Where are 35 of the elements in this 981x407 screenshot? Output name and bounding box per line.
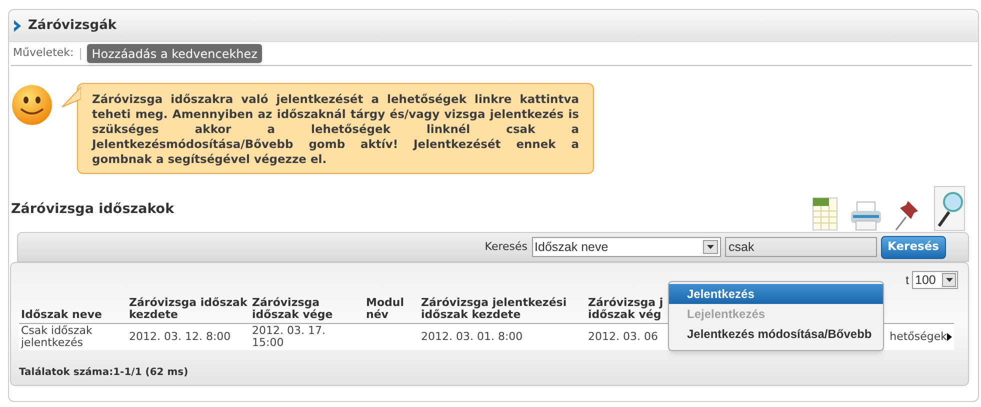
favorites-button[interactable]: Hozzáadás a kedvencekhez <box>86 44 262 63</box>
menu-item[interactable]: Jelentkezés módosítása/Bővebb <box>669 324 883 344</box>
page-title: Záróvizsgák <box>28 16 116 35</box>
table-cell: 2012. 03. 12. 8:00 <box>129 330 231 343</box>
section-title: Záróvizsga időszakok <box>11 200 174 219</box>
actions-label: Műveletek: <box>13 45 74 62</box>
chevron-icon <box>13 20 22 32</box>
column-header[interactable]: Záróvizsga jelentkezési időszak kezdete <box>421 297 584 321</box>
printer-icon[interactable] <box>850 201 882 231</box>
column-header[interactable]: Záróvizsga j időszak vég <box>588 297 672 321</box>
spreadsheet-icon[interactable] <box>812 197 838 231</box>
search-input[interactable]: csak <box>724 237 877 257</box>
column-header[interactable]: Záróvizsga időszak vége <box>252 297 362 321</box>
smiley-icon <box>11 84 53 126</box>
caret-icon <box>947 332 952 341</box>
divider <box>80 48 81 60</box>
table-cell: Csak időszak jelentkezés <box>21 324 92 349</box>
table-cell: 2012. 03. 06 <box>588 330 658 343</box>
column-header[interactable]: Időszak neve <box>21 309 125 321</box>
results-count: Találatok száma:1-1/1 (62 ms) <box>19 366 188 378</box>
table-cell: 2012. 03. 01. 8:00 <box>421 330 523 343</box>
bubble-tail <box>61 85 81 109</box>
search-toggle[interactable] <box>934 186 965 231</box>
options-link[interactable]: hetőségek <box>890 330 947 343</box>
hint-text: Záróvizsga időszakra való jelentkezését a lehetőségek linkre kattintva teheti meg. Amennyiben az időszaknál tárgy és/vagy vizsga jelentkezés is szükséges akkor a lehetőségek linknél csak a Jelentkezésmódosítása/Bővebb gomb aktív! Jelentkezését ennek a gombnak a segítségével végezze el. <box>77 83 594 174</box>
search-label: Keresés <box>484 238 528 255</box>
column-header[interactable]: Modul név <box>366 297 417 321</box>
field-select[interactable]: Időszak neve <box>532 237 721 257</box>
column-header[interactable]: Záróvizsga időszak kezdete <box>129 297 248 321</box>
menu-item[interactable]: Jelentkezés <box>669 284 883 304</box>
search-icon <box>936 190 962 228</box>
search-button[interactable]: Keresés <box>880 236 946 258</box>
table-cell: 2012. 03. 17. 15:00 <box>252 324 326 349</box>
page-size-select[interactable]: 100 <box>912 271 958 289</box>
page-size-label: t <box>906 272 909 289</box>
